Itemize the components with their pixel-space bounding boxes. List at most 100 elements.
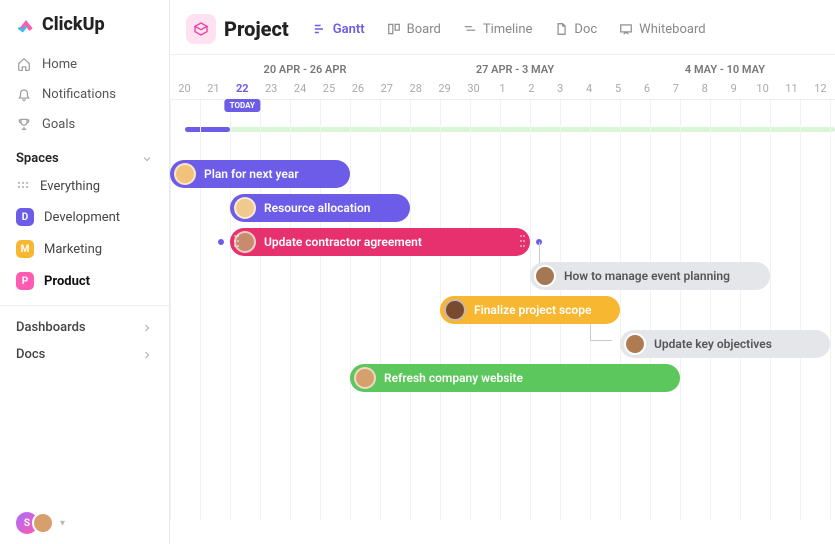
day-cell[interactable]: 8: [690, 76, 719, 99]
spaces-header[interactable]: Spaces: [0, 139, 169, 172]
task-label: Finalize project scope: [474, 303, 591, 317]
day-cell[interactable]: 21: [199, 76, 228, 99]
gantt-task[interactable]: Plan for next year: [170, 160, 350, 188]
gantt-task[interactable]: Finalize project scope: [440, 296, 620, 324]
assignee-avatar: [624, 333, 646, 355]
main-content: Project GanttBoardTimelineDocWhiteboard …: [170, 0, 835, 544]
gantt-icon: [313, 22, 327, 36]
dependency-dot[interactable]: [218, 239, 224, 245]
tab-label: Doc: [574, 22, 597, 37]
nav-label: Home: [42, 57, 77, 72]
whiteboard-icon: [619, 22, 633, 36]
sidebar-space-marketing[interactable]: MMarketing: [0, 233, 169, 265]
day-cell[interactable]: 7: [661, 76, 690, 99]
grid-column: [620, 100, 621, 520]
bell-icon: [16, 86, 32, 102]
nav-label: Goals: [42, 117, 75, 132]
day-cell[interactable]: 11: [777, 76, 806, 99]
tab-whiteboard[interactable]: Whiteboard: [609, 17, 715, 42]
chevron-right-icon: [141, 322, 153, 334]
sidebar-footer[interactable]: S ▾: [0, 512, 169, 534]
assignee-avatar: [354, 367, 376, 389]
day-cell[interactable]: 22TODAY: [228, 76, 257, 99]
sidebar: ClickUp Home Notifications Goals Spaces …: [0, 0, 170, 544]
day-cell[interactable]: 24: [286, 76, 315, 99]
day-cell[interactable]: 30: [459, 76, 488, 99]
grid-column: [740, 100, 741, 520]
task-label: Update key objectives: [654, 337, 772, 351]
avatar: [32, 512, 54, 534]
day-cell[interactable]: 10: [748, 76, 777, 99]
day-cell[interactable]: 26: [343, 76, 372, 99]
gantt-task[interactable]: Refresh company website: [350, 364, 680, 392]
page-title: Project: [224, 17, 289, 41]
tab-timeline[interactable]: Timeline: [453, 17, 543, 42]
day-cell[interactable]: 1: [488, 76, 517, 99]
tab-board[interactable]: Board: [377, 17, 451, 42]
space-badge-icon: D: [16, 208, 34, 226]
grid-column: [350, 100, 351, 520]
timeline-header: 20 APR - 26 APR27 APR - 3 MAY4 MAY - 10 …: [170, 54, 835, 100]
drag-handle-icon[interactable]: [520, 235, 526, 249]
sidebar-item-notifications[interactable]: Notifications: [0, 79, 169, 109]
tab-gantt[interactable]: Gantt: [303, 17, 375, 42]
assignee-avatar: [234, 197, 256, 219]
tab-label: Timeline: [483, 22, 533, 37]
day-cell[interactable]: 20: [170, 76, 199, 99]
user-avatars[interactable]: S: [16, 512, 54, 534]
day-cell[interactable]: 3: [546, 76, 575, 99]
space-label: Marketing: [44, 242, 102, 257]
space-label: Product: [44, 274, 90, 289]
day-cell[interactable]: 5: [604, 76, 633, 99]
sidebar-item-everything[interactable]: Everything: [0, 172, 169, 201]
day-cell[interactable]: 4: [575, 76, 604, 99]
gantt-task[interactable]: How to manage event planning: [530, 262, 770, 290]
assignee-avatar: [534, 265, 556, 287]
sidebar-space-product[interactable]: P Product: [0, 265, 169, 297]
gantt-task[interactable]: Resource allocation: [230, 194, 410, 222]
progress-track: [185, 127, 835, 132]
day-cell[interactable]: 23: [257, 76, 286, 99]
space-label: Development: [44, 210, 120, 225]
drag-handle-icon[interactable]: [234, 235, 240, 249]
tab-doc[interactable]: Doc: [544, 17, 607, 42]
chevron-down-icon: [141, 153, 153, 165]
gantt-task[interactable]: Update contractor agreement: [230, 228, 530, 256]
dependency-line: [590, 340, 612, 341]
sidebar-item-goals[interactable]: Goals: [0, 109, 169, 139]
day-cell[interactable]: 27: [372, 76, 401, 99]
day-cell[interactable]: 9: [719, 76, 748, 99]
section-label: Dashboards: [16, 320, 86, 335]
brand-logo[interactable]: ClickUp: [0, 14, 169, 49]
assignee-avatar: [444, 299, 466, 321]
week-range-label: 4 MAY - 10 MAY: [620, 63, 830, 76]
sidebar-space-development[interactable]: D Development: [0, 201, 169, 233]
docs-header[interactable]: Docs: [0, 341, 169, 368]
task-label: Plan for next year: [204, 167, 299, 181]
trophy-icon: [16, 116, 32, 132]
day-cell[interactable]: 2: [517, 76, 546, 99]
tab-label: Whiteboard: [639, 22, 705, 37]
nav-label: Notifications: [42, 87, 116, 102]
section-label: Spaces: [16, 151, 59, 166]
day-cell[interactable]: 6: [633, 76, 662, 99]
day-cell[interactable]: 25: [315, 76, 344, 99]
dependency-line: [590, 324, 591, 340]
week-range-label: 27 APR - 3 MAY: [410, 63, 620, 76]
grid-column: [410, 100, 411, 520]
today-marker: TODAY: [225, 99, 260, 112]
day-cell[interactable]: 29: [430, 76, 459, 99]
timeline-icon: [463, 22, 477, 36]
nav-label: Everything: [40, 179, 100, 194]
day-cell[interactable]: 28: [401, 76, 430, 99]
week-range-label: 20 APR - 26 APR: [200, 63, 410, 76]
dashboards-header[interactable]: Dashboards: [0, 305, 169, 341]
tab-label: Gantt: [333, 22, 365, 37]
gantt-task[interactable]: Update key objectives: [620, 330, 830, 358]
project-icon[interactable]: [186, 14, 216, 44]
gantt-chart[interactable]: Plan for next year Resource allocation Upd…: [170, 100, 835, 520]
day-cell[interactable]: 12: [806, 76, 835, 99]
space-badge-icon: P: [16, 272, 34, 290]
grid-column: [650, 100, 651, 520]
sidebar-item-home[interactable]: Home: [0, 49, 169, 79]
